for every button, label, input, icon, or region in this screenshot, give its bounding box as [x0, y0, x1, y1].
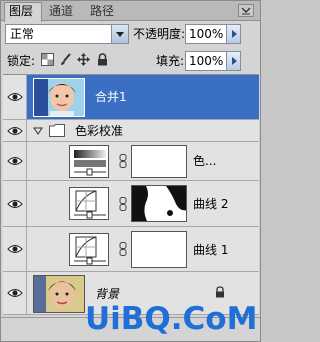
chevron-down-icon[interactable]	[111, 25, 128, 43]
layer-name[interactable]: 色...	[193, 154, 216, 168]
tab-paths[interactable]: 路径	[86, 3, 124, 21]
link-chain-icon[interactable]	[119, 154, 127, 168]
layer-name[interactable]: 曲线 2	[193, 197, 228, 211]
tab-layers[interactable]: 图层	[4, 2, 42, 22]
layer-group-row[interactable]: 色彩校准	[3, 120, 259, 142]
blend-mode-select[interactable]: 正常	[5, 24, 129, 44]
opacity-slider-arrow-icon[interactable]	[226, 25, 240, 43]
blend-mode-value: 正常	[10, 27, 35, 41]
visibility-eye-icon[interactable]	[3, 272, 27, 314]
layers-panel: 图层 通道 路径 正常 不透明度: 100% 锁定: 填充: 100% 合并1 …	[0, 0, 261, 342]
opacity-label: 不透明度:	[133, 27, 186, 41]
tab-channels[interactable]: 通道	[45, 3, 83, 21]
brush-icon[interactable]	[59, 53, 73, 67]
layer-row[interactable]: 曲线 2	[3, 181, 259, 227]
layer-mask-thumbnail	[131, 145, 187, 178]
curves-icon	[69, 187, 109, 220]
disclosure-triangle-icon[interactable]	[33, 125, 43, 139]
fill-value: 100%	[189, 54, 224, 68]
fill-label: 填充:	[156, 54, 185, 68]
curves-icon	[69, 233, 109, 266]
watermark-text: UiBQ.CoM	[85, 301, 258, 337]
visibility-eye-icon[interactable]	[3, 227, 27, 271]
layer-thumbnail-photo	[33, 78, 85, 117]
lock-icon[interactable]	[97, 53, 111, 67]
layer-name[interactable]: 曲线 1	[193, 243, 228, 257]
visibility-eye-icon[interactable]	[3, 120, 27, 141]
visibility-eye-icon[interactable]	[3, 142, 27, 180]
gradient-map-icon	[69, 145, 109, 178]
visibility-eye-icon[interactable]	[3, 181, 27, 226]
lock-label: 锁定:	[7, 54, 36, 68]
move-icon[interactable]	[77, 53, 91, 67]
link-chain-icon[interactable]	[119, 197, 127, 211]
layer-thumbnail-photo	[33, 275, 85, 313]
panel-tab-bar: 图层 通道 路径	[1, 1, 260, 22]
link-chain-icon[interactable]	[119, 242, 127, 256]
folder-icon	[49, 124, 65, 140]
visibility-eye-icon[interactable]	[3, 75, 27, 119]
layer-row[interactable]: 合并1	[3, 75, 259, 120]
opacity-input[interactable]: 100%	[185, 24, 241, 44]
layer-row[interactable]: 色...	[3, 142, 259, 181]
layer-name[interactable]: 合并1	[95, 90, 127, 104]
fill-slider-arrow-icon[interactable]	[226, 52, 240, 70]
fill-input[interactable]: 100%	[185, 51, 241, 71]
panel-menu-icon[interactable]	[238, 4, 254, 17]
layer-mask-thumbnail	[131, 185, 187, 222]
layer-row[interactable]: 曲线 1	[3, 227, 259, 272]
opacity-value: 100%	[189, 27, 224, 41]
layer-name[interactable]: 色彩校准	[75, 124, 123, 138]
layer-list: 合并1 色彩校准 色... 曲线 2 曲线 1 背景	[3, 74, 259, 315]
layer-mask-thumbnail	[131, 231, 187, 268]
lock-transparent-pixels-icon[interactable]	[41, 53, 55, 67]
